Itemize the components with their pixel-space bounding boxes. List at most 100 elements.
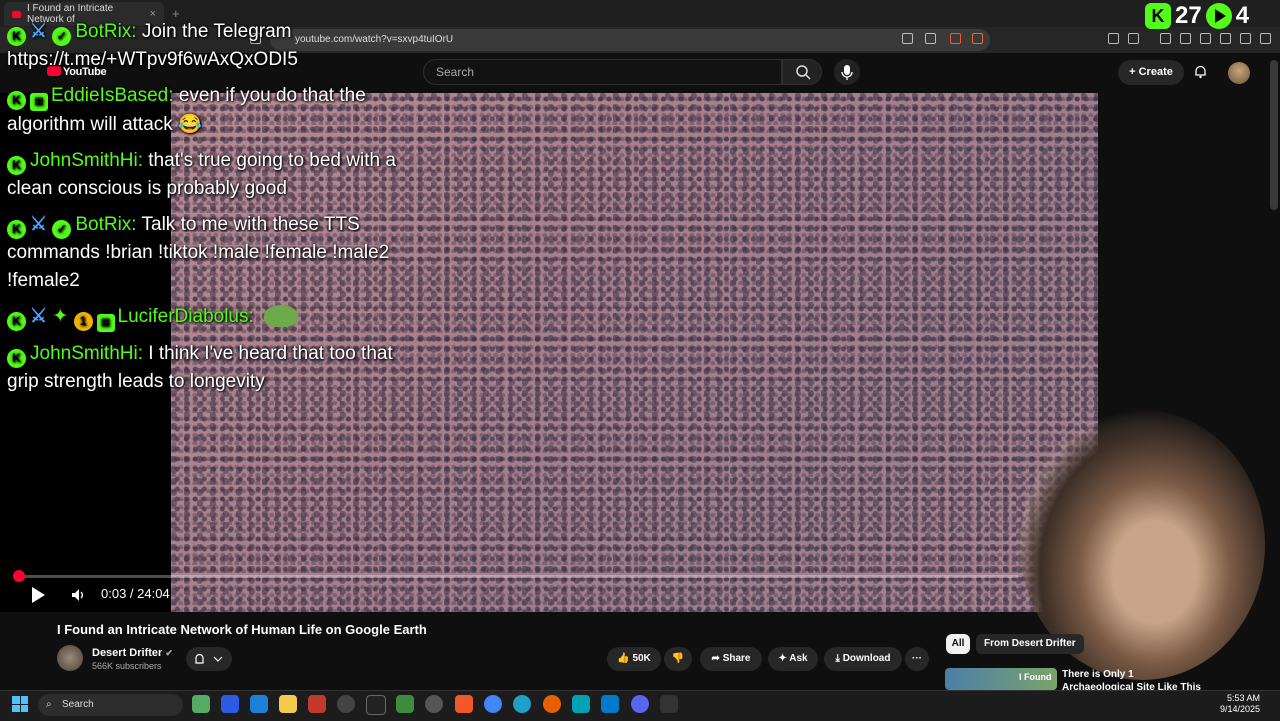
system-clock[interactable]: 5:53 AM 9/14/2025	[1220, 693, 1260, 715]
edge-icon[interactable]	[513, 695, 531, 713]
notifications-icon[interactable]	[1193, 64, 1208, 79]
app-icon-5[interactable]	[308, 695, 326, 713]
gifter-badge-icon: 1	[73, 312, 93, 331]
ask-button[interactable]: ✦ Ask	[768, 647, 818, 671]
app-icon-3[interactable]	[250, 695, 268, 713]
thumbs-up-icon: 👍	[617, 653, 633, 664]
clock-date: 9/14/2025	[1220, 704, 1261, 714]
chat-message: K ▦ EddieIsBased: even if you do that the …	[7, 82, 407, 139]
download-button[interactable]: ⤓ Download	[824, 647, 902, 671]
file-explorer-icon[interactable]	[279, 695, 297, 713]
screen-cast-icon[interactable]	[902, 33, 913, 44]
sidebar-icon[interactable]	[1128, 33, 1139, 44]
chat-message: K ⚔ ✓ BotRix: Talk to me with these TTS co…	[7, 211, 407, 295]
subscription-bell-button[interactable]	[186, 647, 232, 671]
discord-icon[interactable]	[631, 695, 649, 713]
firefox-icon[interactable]	[543, 695, 561, 713]
vpn-icon[interactable]	[1240, 33, 1251, 44]
kick-badge-icon: K	[7, 27, 26, 46]
kick-badge-icon: K	[7, 312, 26, 331]
subscriber-count: 566K subscribers	[92, 661, 162, 671]
channel-name[interactable]: Desert Drifter ✔	[92, 647, 173, 659]
other-count: 4	[1235, 2, 1250, 29]
chip-from-channel[interactable]: From Desert Drifter	[976, 634, 1084, 654]
windows-start-icon[interactable]	[12, 696, 28, 712]
brave-shield-icon[interactable]	[950, 33, 961, 44]
play-logo-icon	[1205, 3, 1232, 29]
app-icon-14[interactable]	[572, 695, 590, 713]
app-icon-9[interactable]	[425, 695, 443, 713]
moderator-sword-icon: ⚔	[30, 214, 48, 235]
leo-ai-icon[interactable]	[1220, 33, 1231, 44]
share-button[interactable]: ➦ Share	[700, 647, 762, 671]
time-display: 0:03 / 24:04	[101, 586, 170, 601]
extensions-icon[interactable]	[1108, 33, 1119, 44]
recommended-title[interactable]: There is Only 1 Archaeological Site Like…	[1062, 668, 1202, 690]
reading-list-icon[interactable]	[1180, 33, 1191, 44]
kick-logo-icon: K	[1145, 3, 1171, 29]
kick-badge-icon: K	[7, 91, 26, 110]
page-scrollbar[interactable]	[1270, 60, 1278, 210]
search-button[interactable]	[782, 59, 822, 85]
voice-search-button[interactable]	[834, 59, 860, 85]
chat-message: K ⚔ ✦ 1 ▦ LuciferDiabolus:	[7, 303, 407, 332]
search-icon: ⌕	[46, 699, 52, 710]
like-count: 50K	[632, 653, 651, 664]
chat-username: JohnSmithHi:	[30, 343, 143, 364]
brave-rewards-icon[interactable]	[972, 33, 983, 44]
kick-badge-icon: K	[7, 220, 26, 239]
viewer-count: 27	[1175, 2, 1202, 29]
app-icon-1[interactable]	[192, 695, 210, 713]
app-icon-7[interactable]	[366, 695, 386, 715]
chat-overlay: K ⚔ ✓ BotRix: Join the Telegram https://t.…	[7, 18, 407, 404]
media-icon[interactable]	[1160, 33, 1171, 44]
vip-gem-icon: ✦	[52, 306, 69, 327]
vscode-icon[interactable]	[601, 695, 619, 713]
create-button[interactable]: + Create	[1118, 60, 1184, 85]
channel-avatar[interactable]	[57, 645, 83, 671]
share-icon[interactable]	[925, 33, 936, 44]
moderator-sword-icon: ⚔	[30, 306, 48, 327]
dislike-button[interactable]: 👎	[664, 647, 692, 671]
chat-username: JohnSmithHi:	[30, 150, 143, 171]
wallet-icon[interactable]	[1200, 33, 1211, 44]
search-input[interactable]: Search	[423, 59, 782, 85]
verified-check-icon: ✓	[52, 220, 72, 239]
kick-badge-icon: K	[7, 349, 26, 368]
chat-username: LuciferDiabolus:	[117, 306, 254, 327]
like-button[interactable]: 👍 50K	[607, 647, 661, 671]
menu-icon[interactable]	[1260, 33, 1271, 44]
search-icon	[796, 65, 811, 80]
chat-message: K JohnSmithHi: I think I've heard that to…	[7, 340, 407, 396]
chat-username: EddieIsBased:	[51, 85, 174, 106]
chat-message: K JohnSmithHi: that's true going to bed w…	[7, 147, 407, 203]
create-label: Create	[1138, 66, 1173, 78]
subscriber-badge-icon: ▦	[96, 314, 115, 332]
share-label: Share	[722, 653, 751, 664]
share-arrow-icon: ➦	[711, 653, 723, 664]
chip-all[interactable]: All	[946, 634, 970, 654]
taskbar-search[interactable]: ⌕ Search	[38, 694, 183, 716]
more-actions-button[interactable]: ···	[905, 647, 929, 671]
app-icon-2[interactable]	[221, 695, 239, 713]
progress-bar[interactable]	[18, 575, 1018, 578]
volume-icon[interactable]	[71, 588, 87, 602]
sparkle-icon: ✦	[778, 653, 790, 664]
app-icon-8[interactable]	[396, 695, 414, 713]
brave-browser-icon[interactable]	[455, 695, 473, 713]
chat-text: Join the Telegram https://t.me/+WTpv9f6w…	[7, 21, 298, 70]
progress-scrubber[interactable]	[13, 570, 25, 582]
pepe-emote-icon	[263, 305, 298, 327]
chrome-icon[interactable]	[484, 695, 502, 713]
duration: 24:04	[137, 586, 170, 601]
verified-icon: ✔	[165, 648, 173, 658]
user-avatar[interactable]	[1228, 62, 1250, 84]
app-icon-17[interactable]	[660, 695, 678, 713]
app-icon-6[interactable]	[337, 695, 355, 713]
video-title: I Found an Intricate Network of Human Li…	[57, 622, 427, 637]
clock-time: 5:53 AM	[1227, 693, 1261, 703]
recommended-thumbnail[interactable]: I Found	[945, 668, 1057, 690]
taskbar-search-label: Search	[62, 699, 94, 710]
play-icon[interactable]	[32, 587, 45, 603]
verified-check-icon: ✓	[52, 27, 72, 46]
